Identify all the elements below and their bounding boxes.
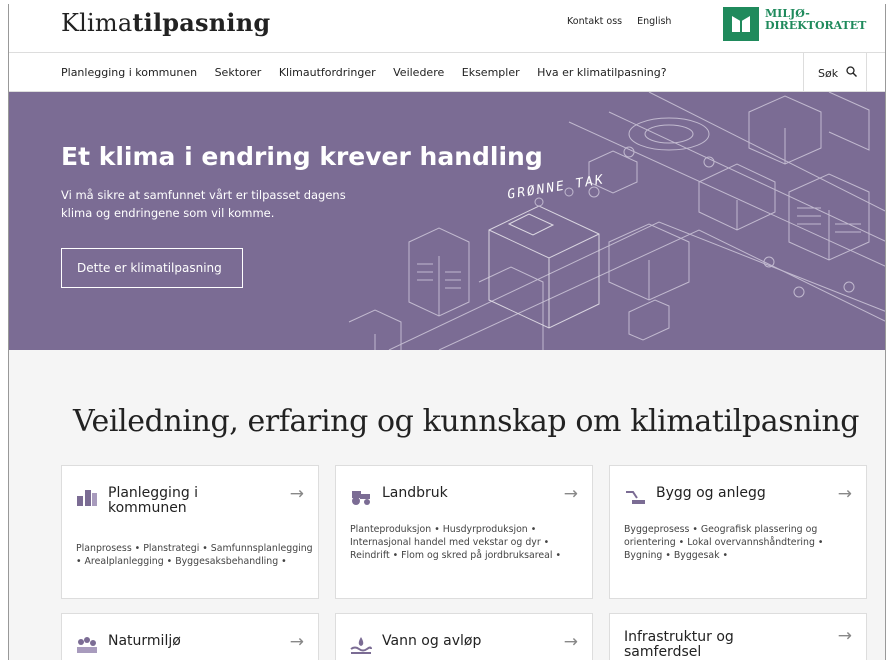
card-tags: Planteproduksjon • Husdyrproduksjon • In… <box>350 524 562 561</box>
card-title: Landbruk <box>382 485 448 501</box>
search-button[interactable]: Søk <box>803 53 867 92</box>
section-heading: Veiledning, erfaring og kunnskap om klim… <box>73 404 860 439</box>
site-header: Klimatilpasning Kontakt oss English MILJ… <box>9 4 885 46</box>
logo-bold: tilpasning <box>132 8 271 37</box>
card-landbruk[interactable]: Landbruk → Planteproduksjon • Husdyrprod… <box>335 465 593 599</box>
tractor-icon <box>350 488 372 506</box>
arrow-right-icon: → <box>563 484 578 504</box>
card-infrastruktur[interactable]: Infrastruktur og samferdsel → <box>609 613 867 660</box>
card-title: Bygg og anlegg <box>656 485 766 501</box>
card-fade <box>62 580 318 598</box>
arrow-right-icon: → <box>563 632 578 652</box>
agency-name-line2: DIREKTORATET <box>765 19 867 32</box>
card-fade <box>336 580 592 598</box>
nav-item-sektorer[interactable]: Sektorer <box>215 66 262 79</box>
nav-item-eksempler[interactable]: Eksempler <box>462 66 520 79</box>
nav-item-planlegging[interactable]: Planlegging i kommunen <box>61 66 197 79</box>
logo-regular: Klima <box>61 9 133 37</box>
card-fade <box>610 580 866 598</box>
nav-item-klimautfordringer[interactable]: Klimautfordringer <box>279 66 376 79</box>
card-title: Planlegging i kommunen <box>108 485 199 516</box>
agency-mark-icon <box>723 7 759 41</box>
nature-icon <box>76 636 98 654</box>
card-title: Infrastruktur og samferdsel <box>624 629 734 660</box>
card-title: Naturmiljø <box>108 633 181 649</box>
site-logo[interactable]: Klimatilpasning <box>61 8 270 37</box>
card-planlegging[interactable]: Planlegging i kommunen → Planprosess • P… <box>61 465 319 599</box>
card-title: Vann og avløp <box>382 633 482 649</box>
search-label: Søk <box>818 67 839 80</box>
content-section: Veiledning, erfaring og kunnskap om klim… <box>9 350 885 660</box>
nav-item-veiledere[interactable]: Veiledere <box>393 66 444 79</box>
card-bygg[interactable]: Bygg og anlegg → Byggeprosess • Geografi… <box>609 465 867 599</box>
hero-title: Et klima i endring krever handling <box>61 142 543 171</box>
card-tags: Byggeprosess • Geografisk plassering og … <box>624 524 824 561</box>
card-naturmiljo[interactable]: Naturmiljø → <box>61 613 319 660</box>
agency-name: MILJØ- DIREKTORATET <box>765 8 885 32</box>
arrow-right-icon: → <box>289 632 304 652</box>
top-links: Kontakt oss English <box>567 16 683 27</box>
hero-cta-button[interactable]: Dette er klimatilpasning <box>61 248 243 288</box>
arrow-right-icon: → <box>837 626 852 646</box>
main-nav: Planlegging i kommunen Sektorer Klimautf… <box>9 52 885 92</box>
planning-icon <box>76 488 98 506</box>
nav-item-hva-er[interactable]: Hva er klimatilpasning? <box>537 66 666 79</box>
english-link[interactable]: English <box>637 16 671 27</box>
card-tags: Planprosess • Planstrategi • Samfunnspla… <box>76 543 313 567</box>
arrow-right-icon: → <box>837 484 852 504</box>
search-icon <box>845 66 857 80</box>
hero-subtitle: Vi må sikre at samfunnet vårt er tilpass… <box>61 188 346 220</box>
construction-icon <box>624 488 646 506</box>
nav-items: Planlegging i kommunen Sektorer Klimautf… <box>61 66 681 79</box>
card-vann-og-avlop[interactable]: Vann og avløp → <box>335 613 593 660</box>
hero-banner: Et klima i endring krever handling Vi må… <box>9 92 885 350</box>
arrow-right-icon: → <box>289 484 304 504</box>
contact-link[interactable]: Kontakt oss <box>567 16 622 27</box>
page-frame: Klimatilpasning Kontakt oss English MILJ… <box>8 4 886 660</box>
miljodirektoratet-logo[interactable]: MILJØ- DIREKTORATET <box>721 5 885 41</box>
water-icon <box>350 636 372 654</box>
